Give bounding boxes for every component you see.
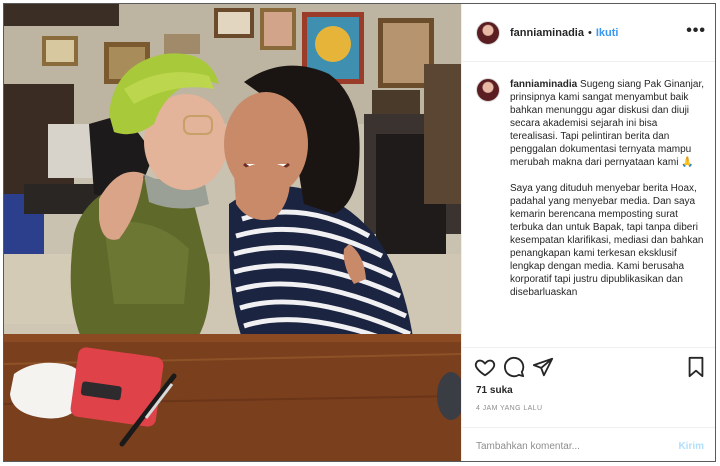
heart-icon[interactable]	[474, 356, 496, 383]
post-actions: 71 suka 4 JAM YANG LALU Kirim	[462, 347, 715, 461]
send-comment-button[interactable]: Kirim	[678, 441, 704, 452]
caption-text: fanniaminadia Sugeng siang Pak Ginanjar,…	[510, 78, 704, 312]
share-icon[interactable]	[532, 356, 554, 383]
post-photo-illustration	[4, 4, 461, 461]
comment-input[interactable]	[476, 440, 679, 452]
comment-icon[interactable]	[503, 356, 525, 383]
likes-count[interactable]: 71 suka	[476, 385, 513, 396]
caption-row: fanniaminadia Sugeng siang Pak Ginanjar,…	[476, 78, 704, 312]
caption-avatar[interactable]	[476, 78, 500, 102]
more-options-icon[interactable]: •••	[686, 22, 706, 40]
avatar[interactable]	[476, 20, 500, 45]
caption-username-link[interactable]: fanniaminadia	[510, 79, 577, 90]
comment-box: Kirim	[462, 427, 715, 461]
caption-paragraph-1: Sugeng siang Pak Ginanjar, prinsipnya ka…	[510, 79, 705, 168]
post-timestamp[interactable]: 4 JAM YANG LALU	[476, 405, 542, 412]
post-photo[interactable]	[4, 4, 461, 461]
instagram-post-window: fanniaminadia • Ikuti ••• fanniaminadia …	[3, 3, 716, 462]
bookmark-icon[interactable]	[686, 356, 706, 383]
action-icons	[474, 356, 706, 380]
post-header: fanniaminadia • Ikuti •••	[462, 4, 715, 62]
username-link[interactable]: fanniaminadia	[510, 27, 584, 39]
caption-paragraph-2: Saya yang dituduh menyebar berita Hoax, …	[510, 183, 704, 298]
caption-area[interactable]: fanniaminadia Sugeng siang Pak Ginanjar,…	[462, 62, 715, 347]
separator-dot: •	[587, 26, 592, 39]
post-side-panel: fanniaminadia • Ikuti ••• fanniaminadia …	[461, 4, 715, 461]
follow-button[interactable]: Ikuti	[596, 27, 619, 39]
